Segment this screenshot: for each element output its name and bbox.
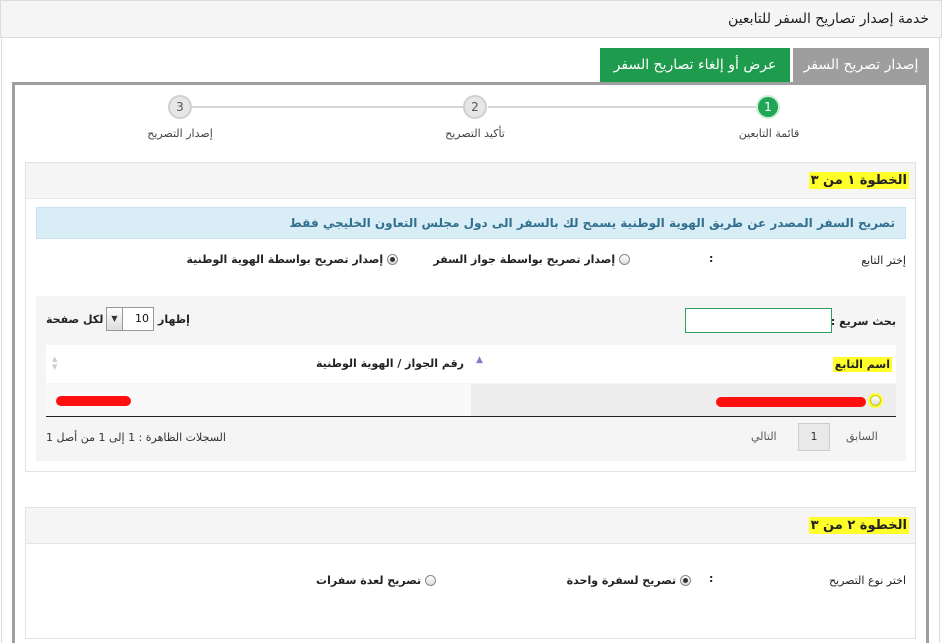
- chevron-down-icon[interactable]: ▼: [107, 308, 123, 330]
- radio-multiple-trips[interactable]: [425, 575, 436, 586]
- colon: :: [709, 572, 714, 585]
- search-label: بحث سريع :: [830, 315, 896, 328]
- option-passport[interactable]: إصدار تصريح بواسطة جواز السفر: [433, 252, 630, 266]
- page-1-button[interactable]: 1: [798, 423, 830, 451]
- page-length-select[interactable]: ▼ 10: [106, 307, 154, 331]
- page-title: خدمة إصدار تصاريح السفر للتابعين: [728, 11, 929, 27]
- option-multiple-trips-label: تصريح لعدة سفرات: [316, 574, 422, 587]
- records-info: السجلات الظاهرة : 1 إلى 1 من أصل 1: [46, 431, 226, 444]
- option-single-trip-label: تصريح لسفرة واحدة: [566, 574, 677, 587]
- radio-select-dependent[interactable]: [870, 395, 881, 406]
- name-cell: [471, 384, 896, 416]
- step-2-header: الخطوة ٢ من ٣: [26, 508, 915, 544]
- step-3-indicator: 3: [168, 95, 192, 119]
- radio-national-id[interactable]: [387, 254, 398, 265]
- show-label: إظهار: [158, 313, 190, 326]
- table-header: اسم التابع ▲ رقم الجواز / الهوية الوطنية…: [46, 345, 896, 383]
- page-length-value: 10: [135, 312, 149, 325]
- radio-passport[interactable]: [619, 254, 630, 265]
- per-page-label: لكل صفحة: [46, 313, 104, 326]
- redaction-mark: [716, 397, 866, 407]
- step-2-section: الخطوة ٢ من ٣: [25, 507, 916, 639]
- redaction-mark: [56, 396, 131, 406]
- stepper-connector: [488, 106, 756, 108]
- option-single-trip[interactable]: تصريح لسفرة واحدة: [567, 573, 691, 587]
- radio-single-trip[interactable]: [680, 575, 691, 586]
- option-national-id[interactable]: إصدار تصريح بواسطة الهوية الوطنية: [186, 252, 398, 266]
- step-3-label: إصدار التصريح: [147, 127, 213, 140]
- step-2-heading: الخطوة ٢ من ٣: [808, 517, 909, 534]
- step-1-indicator: 1: [756, 95, 780, 119]
- option-multiple-trips[interactable]: تصريح لعدة سفرات: [316, 573, 436, 587]
- option-passport-label: إصدار تصريح بواسطة جواز السفر: [433, 253, 616, 266]
- page-header: خدمة إصدار تصاريح السفر للتابعين: [0, 0, 942, 38]
- step-1-header: الخطوة ١ من ٣: [26, 163, 915, 199]
- tab-issue-permit[interactable]: إصدار تصريح السفر: [793, 48, 929, 82]
- choose-dependent-label: إختر التابع: [861, 254, 906, 267]
- table-row[interactable]: [46, 384, 896, 417]
- column-header-id-number[interactable]: رقم الجواز / الهوية الوطنية: [316, 357, 464, 370]
- option-national-id-label: إصدار تصريح بواسطة الهوية الوطنية: [186, 253, 384, 266]
- step-2-indicator: 2: [463, 95, 487, 119]
- previous-page-button[interactable]: السابق: [846, 424, 878, 452]
- step-1-heading: الخطوة ١ من ٣: [808, 172, 909, 189]
- stepper-connector: [192, 106, 464, 108]
- permit-type-label: اختر نوع التصريح: [828, 574, 906, 587]
- next-page-button[interactable]: التالي: [751, 424, 777, 452]
- tab-view-cancel-permits[interactable]: عرض أو إلغاء تصاريح السفر: [600, 48, 790, 82]
- sort-up-icon[interactable]: ▲: [476, 355, 483, 365]
- info-alert: تصريح السفر المصدر عن طريق الهوية الوطني…: [36, 207, 906, 239]
- step-2-label: تأكيد التصريح: [445, 127, 505, 140]
- column-header-name[interactable]: اسم التابع: [832, 357, 892, 372]
- colon: :: [709, 252, 714, 265]
- search-input[interactable]: [685, 308, 832, 333]
- sort-both-icon[interactable]: ▲ ▼: [52, 355, 57, 371]
- step-1-label: قائمة التابعين: [738, 127, 800, 140]
